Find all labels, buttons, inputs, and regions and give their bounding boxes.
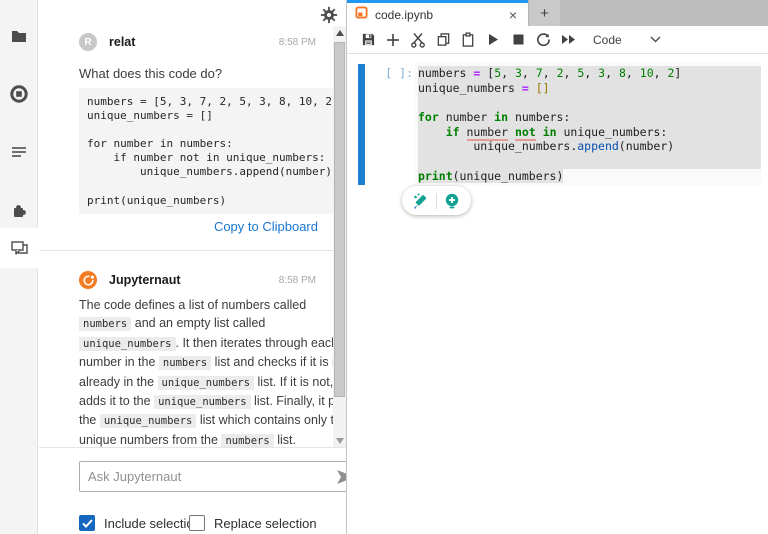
inline-code-chip: unique_numbers: [154, 395, 251, 410]
code-line: [418, 95, 761, 111]
ai-response-text: The code defines a list of numbers calle…: [79, 298, 359, 448]
paste-cells-button[interactable]: [456, 29, 480, 51]
new-tab-button[interactable]: +: [528, 0, 560, 26]
tab-code-ipynb[interactable]: code.ipynb ×: [347, 0, 528, 26]
scroll-down-button[interactable]: [333, 434, 346, 447]
code-line: [418, 154, 761, 169]
user-message-timestamp: 8:58 PM: [278, 36, 316, 48]
ai-author-name: Jupyternaut: [109, 273, 181, 287]
jupyternaut-chat-panel: R relat 8:58 PM What does this code do? …: [39, 0, 366, 534]
checkbox-label: Include selection: [104, 515, 201, 531]
notebook-toolbar: Code: [347, 26, 768, 54]
chat-input[interactable]: [88, 469, 335, 484]
lightbulb-icon[interactable]: [441, 190, 463, 212]
sidebar-item-extension-manager[interactable]: [0, 190, 38, 230]
code-line: if number not in unique_numbers:: [418, 124, 761, 141]
magic-edit-icon[interactable]: [410, 190, 432, 212]
notebook-file-icon: [355, 5, 368, 24]
sidebar-item-table-of-contents[interactable]: [0, 132, 38, 172]
chat-scrollbar[interactable]: [333, 26, 346, 447]
pill-divider: [436, 192, 437, 209]
folder-icon: [10, 27, 28, 45]
sidebar-item-running-kernels[interactable]: [0, 74, 38, 114]
jupyterlab-window: R relat 8:58 PM What does this code do? …: [0, 0, 768, 534]
cell-code-editor[interactable]: numbers = [5, 3, 7, 2, 5, 3, 8, 10, 2] un…: [415, 63, 761, 186]
inline-code-chip: numbers: [221, 433, 274, 448]
inline-code-chip: unique_numbers: [99, 414, 197, 429]
checkbox-label: Replace selection: [214, 515, 317, 531]
list-icon: [10, 143, 28, 161]
chat-code-block: numbers = [5, 3, 7, 2, 5, 3, 8, 10, 2] u…: [79, 88, 356, 214]
inline-code-chip: numbers: [158, 356, 212, 371]
tab-title: code.ipynb: [375, 7, 434, 22]
sidebar-item-file-browser[interactable]: [0, 16, 38, 56]
scrollbar-thumb[interactable]: [334, 42, 345, 397]
chat-input-container: [79, 461, 366, 492]
user-author-name: relat: [109, 35, 136, 49]
restart-run-all-button[interactable]: [556, 29, 580, 51]
chevron-down-icon: [650, 36, 661, 43]
chat-bubbles-icon: [10, 239, 29, 257]
code-line: print(unique_numbers): [418, 168, 564, 183]
tab-close-icon[interactable]: ×: [506, 8, 520, 22]
user-message-header: R relat 8:58 PM: [79, 32, 316, 52]
copy-cells-button[interactable]: [431, 29, 455, 51]
cell-type-value: Code: [593, 32, 622, 47]
run-cell-button[interactable]: [481, 29, 505, 51]
cut-cells-button[interactable]: [406, 29, 430, 51]
notebook-panel: code.ipynb × + Code []: numbers = [5, 3…: [346, 0, 768, 534]
save-button[interactable]: [356, 29, 380, 51]
activity-sidebar: [0, 0, 38, 534]
message-divider: [39, 250, 346, 251]
code-line: for number in numbers:: [418, 110, 761, 125]
code-line: unique_numbers = []: [418, 80, 761, 96]
checkbox-checked[interactable]: [79, 515, 95, 531]
ai-message-header: Jupyternaut 8:58 PM: [79, 270, 316, 290]
restart-kernel-button[interactable]: [531, 29, 555, 51]
code-line: numbers = [5, 3, 7, 2, 5, 3, 8, 10, 2]: [418, 66, 761, 81]
cell-input-prompt: [ ]:: [385, 66, 413, 80]
tab-bar: code.ipynb × +: [347, 0, 768, 26]
running-kernels-icon: [10, 85, 28, 103]
copy-to-clipboard-link[interactable]: Copy to Clipboard: [214, 219, 318, 234]
settings-gear-icon[interactable]: [320, 6, 338, 24]
inline-code-chip: unique_numbers: [79, 336, 176, 351]
cell-type-dropdown[interactable]: Code: [593, 33, 661, 47]
replace-selection-checkbox[interactable]: Replace selection: [189, 515, 317, 531]
cell-ai-toolbar: [402, 186, 471, 215]
include-selection-checkbox[interactable]: Include selection: [79, 515, 201, 531]
cell-collapser[interactable]: [358, 64, 365, 185]
jupyternaut-avatar: [79, 271, 97, 289]
input-divider: [39, 447, 346, 448]
inline-code-chip: numbers: [79, 317, 132, 332]
stop-kernel-button[interactable]: [506, 29, 530, 51]
code-line: unique_numbers.append(number): [418, 139, 761, 155]
inline-code-chip: unique_numbers: [157, 375, 255, 390]
sidebar-item-chat[interactable]: [0, 228, 38, 268]
scroll-up-button[interactable]: [333, 26, 346, 39]
user-avatar: R: [79, 33, 97, 51]
insert-cell-button[interactable]: [381, 29, 405, 51]
user-question-text: What does this code do?: [79, 66, 223, 81]
puzzle-icon: [10, 201, 28, 219]
ai-message-timestamp: 8:58 PM: [278, 274, 316, 286]
checkbox-unchecked[interactable]: [189, 515, 205, 531]
